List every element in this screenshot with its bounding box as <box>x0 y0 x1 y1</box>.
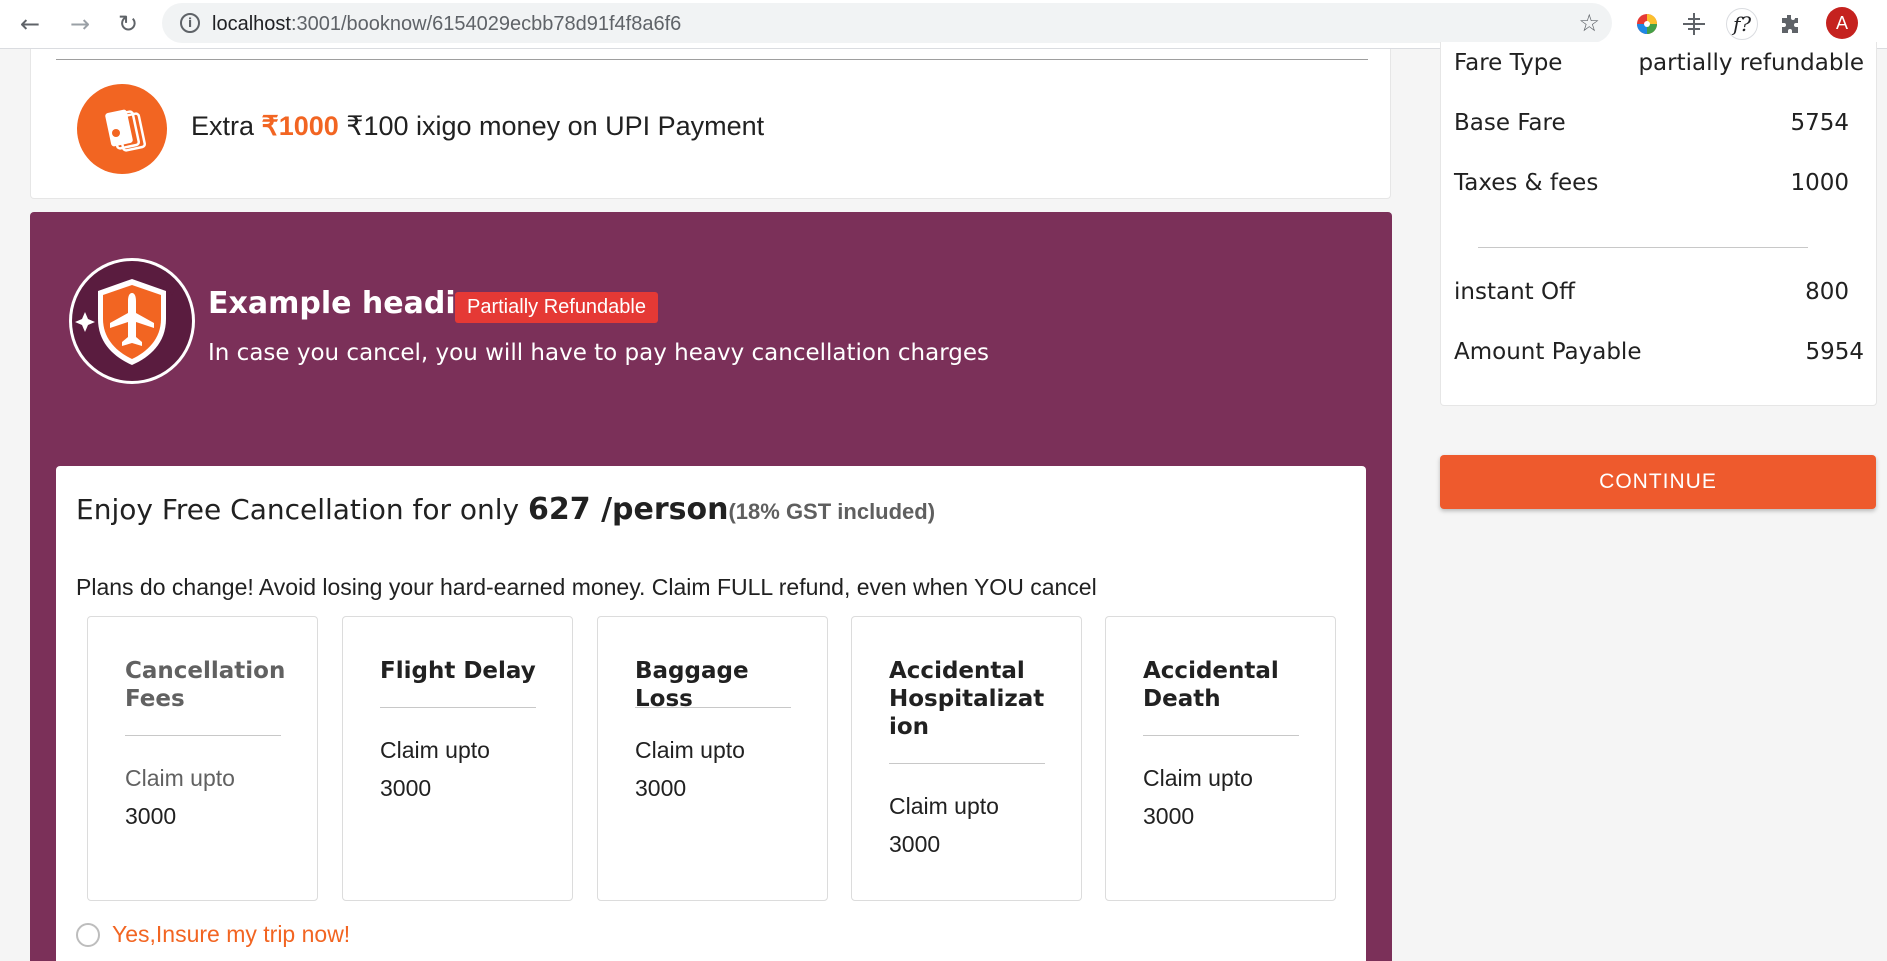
forward-arrow-icon[interactable]: → <box>64 8 96 40</box>
fare-value: 800 <box>1805 279 1849 305</box>
plan-description: Plans do change! Avoid losing your hard-… <box>76 574 1097 600</box>
insure-radio[interactable] <box>76 922 100 947</box>
benefit-card: Cancellation Fees Claim upto 3000 <box>87 616 318 901</box>
fare-label: Fare Type <box>1454 50 1563 76</box>
benefit-claim-label: Claim upto <box>1143 765 1253 791</box>
offer-prefix: Extra <box>191 111 262 141</box>
plan-gst-note: (18% GST included) <box>728 499 936 524</box>
fare-row-base-fare: Base Fare 5754 <box>1454 110 1864 140</box>
benefit-divider <box>380 707 536 708</box>
fare-label: Taxes & fees <box>1454 170 1599 196</box>
benefit-amount: 3000 <box>380 775 432 801</box>
benefit-name: Cancellation Fees <box>125 658 286 712</box>
benefit-claim: Claim upto 3000 <box>380 731 490 807</box>
plan-title: Enjoy Free Cancellation for only 627 /pe… <box>76 492 935 527</box>
benefit-name: Accidental Hospitalization <box>889 658 1045 740</box>
benefit-name: Flight Delay <box>380 658 536 684</box>
benefit-card: Baggage Loss Claim upto 3000 <box>597 616 828 901</box>
benefit-divider <box>635 707 791 708</box>
fare-value: 1000 <box>1790 170 1849 196</box>
benefit-name: Baggage Loss <box>635 658 749 712</box>
benefit-claim: Claim upto 3000 <box>125 759 235 835</box>
benefit-name: Accidental Death <box>1143 658 1279 712</box>
benefit-claim-label: Claim upto <box>380 737 490 763</box>
insurance-plan-card: Enjoy Free Cancellation for only 627 /pe… <box>56 466 1366 961</box>
back-arrow-icon[interactable]: ← <box>14 8 46 40</box>
wallet-icon <box>77 84 167 174</box>
fare-row-taxes: Taxes & fees 1000 <box>1454 170 1864 200</box>
puzzle-icon[interactable] <box>1774 8 1806 40</box>
reload-icon[interactable]: ↻ <box>112 8 144 40</box>
benefit-claim: Claim upto 3000 <box>1143 759 1253 835</box>
plan-title-prefix: Enjoy Free Cancellation for only <box>76 493 528 526</box>
fare-label: Base Fare <box>1454 110 1566 136</box>
benefit-claim-label: Claim upto <box>635 737 745 763</box>
url-path: :3001/booknow/6154029ecbb78d91f4f8a6f6 <box>290 13 682 35</box>
fare-row-instant-off: instant Off 800 <box>1454 279 1864 309</box>
insurance-panel: Example heading Partially Refundable In … <box>30 212 1392 961</box>
benefit-amount: 3000 <box>1143 803 1195 829</box>
url-host: localhost <box>212 13 291 35</box>
benefit-amount: 3000 <box>889 831 941 857</box>
fare-divider <box>1478 247 1808 248</box>
fare-label: instant Off <box>1454 279 1575 305</box>
insurance-subtext: In case you cancel, you will have to pay… <box>208 340 989 366</box>
benefit-divider <box>125 735 281 736</box>
refund-status-badge: Partially Refundable <box>455 292 658 323</box>
fare-row-amount-payable: Amount Payable 5954 <box>1454 339 1864 369</box>
benefit-card: Accidental Death Claim upto 3000 <box>1105 616 1336 901</box>
benefit-claim: Claim upto 3000 <box>889 787 999 863</box>
font-icon[interactable]: f? <box>1726 8 1758 40</box>
star-icon[interactable]: ☆ <box>1578 9 1600 37</box>
fare-label: Amount Payable <box>1454 339 1642 365</box>
benefit-card: Flight Delay Claim upto 3000 <box>342 616 573 901</box>
plan-price: 627 /person <box>528 492 729 527</box>
benefit-amount: 3000 <box>635 775 687 801</box>
benefit-divider <box>1143 735 1299 736</box>
benefit-claim-label: Claim upto <box>125 765 235 791</box>
info-icon[interactable]: i <box>180 13 200 33</box>
fare-value: partially refundable <box>1638 50 1864 76</box>
color-wheel-icon[interactable] <box>1631 8 1663 40</box>
fare-value: 5754 <box>1790 110 1849 136</box>
offer-suffix: ₹100 ixigo money on UPI Payment <box>338 111 765 141</box>
avatar[interactable]: A <box>1826 7 1858 39</box>
move-icon[interactable] <box>1678 8 1710 40</box>
fare-row-fare-type: Fare Type partially refundable <box>1454 50 1864 80</box>
benefit-claim: Claim upto 3000 <box>635 731 745 807</box>
plane-shield-icon <box>68 257 196 385</box>
continue-button[interactable]: CONTINUE <box>1440 455 1876 509</box>
fare-value: 5954 <box>1805 339 1864 365</box>
benefit-divider <box>889 763 1045 764</box>
benefit-amount: 3000 <box>125 803 177 829</box>
offer-divider <box>56 59 1368 60</box>
offer-text: Extra ₹1000 ₹100 ixigo money on UPI Paym… <box>191 111 764 142</box>
offer-highlight: ₹1000 <box>261 111 339 141</box>
url-text[interactable]: localhost:3001/booknow/6154029ecbb78d91f… <box>212 13 681 36</box>
fare-summary-card: Fare Type partially refundable Base Fare 5… <box>1440 42 1877 406</box>
insure-opt-in[interactable]: Yes,Insure my trip now! <box>76 921 350 948</box>
benefit-card: Accidental Hospitalization Claim upto 300… <box>851 616 1082 901</box>
address-bar[interactable]: i localhost:3001/booknow/6154029ecbb78d9… <box>162 3 1612 43</box>
benefit-claim-label: Claim upto <box>889 793 999 819</box>
insure-opt-in-label[interactable]: Yes,Insure my trip now! <box>112 921 350 948</box>
offer-card: Extra ₹1000 ₹100 ixigo money on UPI Paym… <box>30 49 1391 199</box>
